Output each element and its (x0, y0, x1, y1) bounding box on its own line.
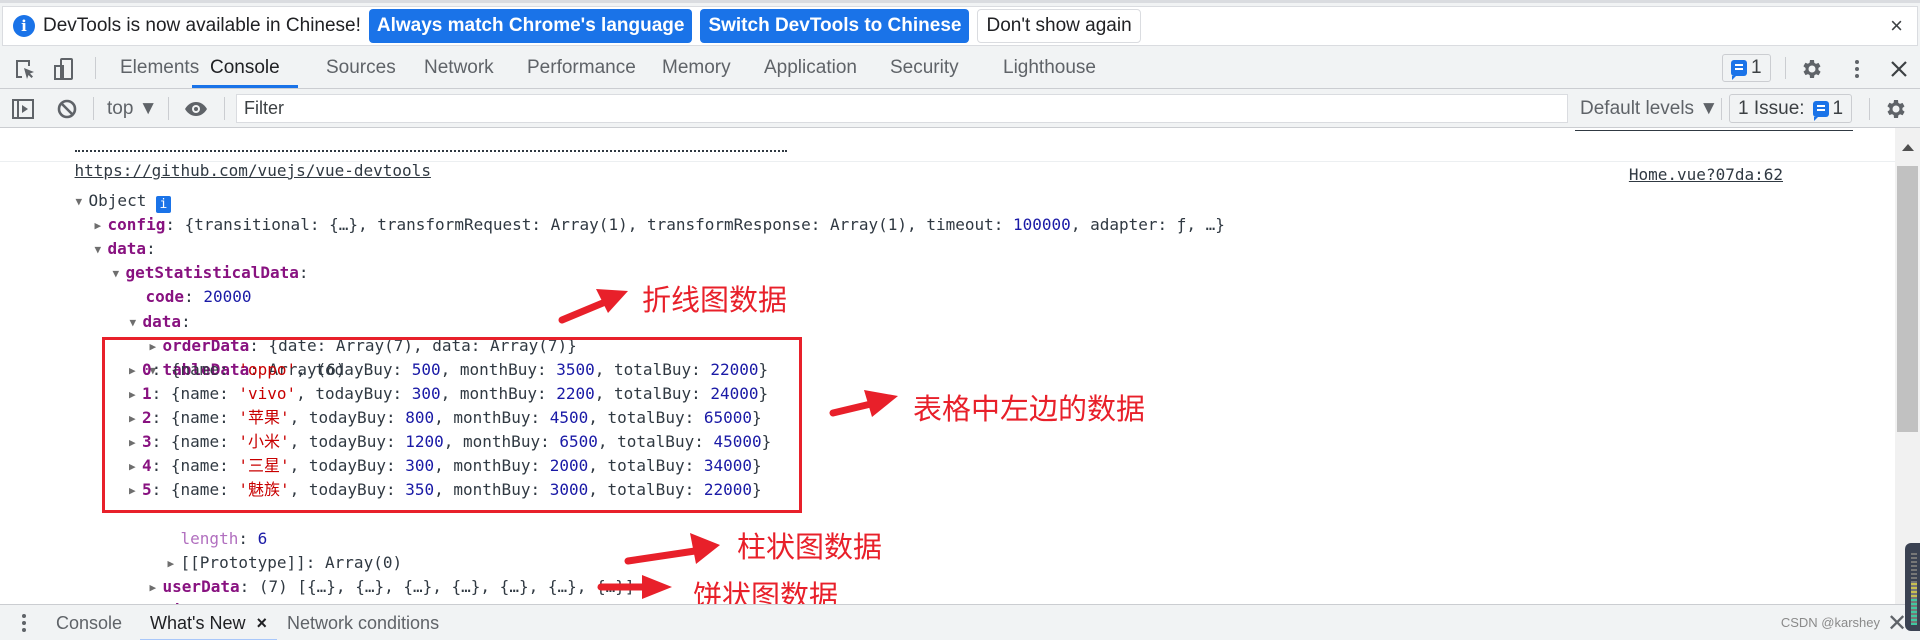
clear-console-icon[interactable] (55, 97, 79, 121)
tab-application[interactable]: Application (764, 48, 857, 88)
message-icon (1731, 60, 1747, 80)
always-match-language-button[interactable]: Always match Chrome's language (368, 9, 693, 43)
divider (1785, 57, 1786, 79)
scrollbar-thumb[interactable] (1897, 166, 1918, 432)
collapse-triangle-icon[interactable]: ▶ (129, 479, 142, 503)
tab-lighthouse[interactable]: Lighthouse (1003, 48, 1096, 88)
device-toolbar-icon[interactable] (52, 57, 76, 81)
tabledata-row[interactable]: ▶ 1: {name: 'vivo', todayBuy: 300, monthB… (129, 382, 768, 406)
collapse-triangle-icon[interactable]: ▶ (129, 455, 142, 479)
context-selector[interactable]: top ▼ (107, 89, 158, 128)
tabledata-row[interactable]: ▶ 0: {name: 'oppo', todayBuy: 500, monthB… (129, 358, 768, 382)
length-entry: length: 6 (180, 529, 268, 548)
show-sidebar-icon[interactable] (11, 97, 35, 121)
close-tab-icon[interactable]: × (256, 613, 267, 633)
log-levels-dropdown[interactable]: Default levels ▼ (1580, 89, 1718, 128)
drawer-menu-icon[interactable] (16, 613, 32, 633)
close-devtools-icon[interactable] (1887, 57, 1911, 81)
more-options-icon[interactable] (1845, 57, 1869, 81)
drawer-tab-network-conditions[interactable]: Network conditions (287, 605, 439, 640)
drawer-tab-whats-new[interactable]: What's New × (140, 605, 277, 640)
infobar-content: i DevTools is now available in Chinese! … (2, 6, 1918, 46)
divider (1721, 98, 1722, 120)
message-divider (0, 161, 1895, 162)
object-root[interactable]: ▼ Object i (37, 165, 171, 213)
collapse-triangle-icon[interactable]: ▶ (129, 407, 142, 431)
console-scrollbar[interactable] (1895, 128, 1920, 604)
divider (1869, 98, 1870, 120)
tabledata-row[interactable]: ▶ 3: {name: '小米', todayBuy: 1200, monthBu… (129, 430, 771, 454)
collapse-triangle-icon[interactable]: ▶ (129, 359, 142, 383)
drawer-tab-console[interactable]: Console (56, 605, 122, 640)
annotation-bar-chart: 柱状图数据 (737, 530, 883, 564)
console-output: https://github.com/vuejs/vue-devtools Ho… (0, 128, 1895, 604)
watermark: CSDN @karshey (1780, 615, 1880, 630)
live-expression-eye-icon[interactable] (184, 97, 208, 121)
issues-badge-button[interactable]: 1 (1722, 54, 1771, 82)
annotation-line-chart: 折线图数据 (642, 283, 788, 317)
divider (168, 97, 169, 120)
console-toolbar: top ▼ Filter Default levels ▼ 1 Issue: 1 (0, 89, 1920, 128)
language-infobar: i DevTools is now available in Chinese! … (0, 0, 1920, 48)
videodata-entry[interactable]: ▶videoData: (6) [{…}, {…}, {…}, {…}, {…}… (111, 575, 596, 604)
annotation-table-left: 表格中左边的数据 (913, 392, 1146, 426)
divider (93, 97, 94, 120)
inspect-element-icon[interactable] (13, 57, 37, 81)
info-icon: i (13, 15, 35, 37)
tab-console[interactable]: Console (192, 48, 298, 88)
console-settings-gear-icon[interactable] (1883, 97, 1907, 121)
userdata-entry[interactable]: ▶ userData: (7) [{…}, {…}, {…}, {…}, {…},… (111, 551, 635, 596)
scroll-up-arrow-icon[interactable] (1902, 144, 1914, 151)
orderdata-entry[interactable]: ▶ orderData: {date: Array(7), data: Array… (111, 310, 577, 355)
devtools-tabbar: Elements Console Sources Network Perform… (0, 48, 1920, 89)
dont-show-again-button[interactable]: Don't show again (977, 9, 1141, 43)
issues-count: 1 (1832, 97, 1844, 119)
clipped-source-link[interactable] (1575, 128, 1853, 131)
getstatisticaldata-entry[interactable]: ▼ getStatisticalData: (74, 237, 309, 282)
tab-security[interactable]: Security (890, 48, 959, 88)
tab-memory[interactable]: Memory (662, 48, 731, 88)
tabledata-row[interactable]: ▶ 4: {name: '三星', todayBuy: 300, monthBuy… (129, 454, 762, 478)
tabledata-row[interactable]: ▶ 2: {name: '苹果', todayBuy: 800, monthBuy… (129, 406, 762, 430)
issues-badge-count: 1 (1751, 57, 1762, 78)
volume-meter-widget (1905, 543, 1920, 631)
tab-sources[interactable]: Sources (326, 48, 396, 88)
vue-devtools-link-line: https://github.com/vuejs/vue-devtools (36, 135, 431, 180)
code-entry: code: 20000 (145, 287, 252, 306)
inner-data-entry[interactable]: ▼ data: (91, 286, 191, 331)
infobar-message: DevTools is now available in Chinese! (43, 15, 361, 36)
settings-gear-icon[interactable] (1799, 57, 1823, 81)
infobar-close-icon[interactable]: × (1890, 13, 1903, 39)
divider (224, 97, 225, 120)
tabledata-row[interactable]: ▶ 5: {name: '魅族', todayBuy: 350, monthBuy… (129, 478, 762, 502)
source-link[interactable]: Home.vue?07da:62 (1629, 165, 1783, 184)
switch-to-chinese-button[interactable]: Switch DevTools to Chinese (700, 9, 970, 43)
tab-performance[interactable]: Performance (527, 48, 636, 88)
collapse-triangle-icon[interactable]: ▶ (129, 383, 142, 407)
bottom-drawer: Console What's New × Network conditions … (0, 604, 1920, 640)
config-entry[interactable]: ▶ config: {transitional: {…}, transformRe… (56, 189, 1225, 234)
divider (95, 57, 96, 79)
data-entry[interactable]: ▼ data: (56, 213, 156, 258)
message-icon (1812, 100, 1829, 121)
issues-count-button[interactable]: 1 Issue: 1 (1729, 94, 1853, 123)
tabledata-entry[interactable]: ▼ tableData: Array(6) (111, 334, 346, 379)
prototype-entry[interactable]: ▶ [[Prototype]]: Array(0) (129, 527, 403, 572)
tab-elements[interactable]: Elements (120, 48, 199, 88)
issues-label: 1 Issue: (1738, 97, 1805, 119)
tab-network[interactable]: Network (424, 48, 494, 88)
filter-input[interactable]: Filter (236, 94, 1568, 123)
collapse-triangle-icon[interactable]: ▶ (129, 431, 142, 455)
